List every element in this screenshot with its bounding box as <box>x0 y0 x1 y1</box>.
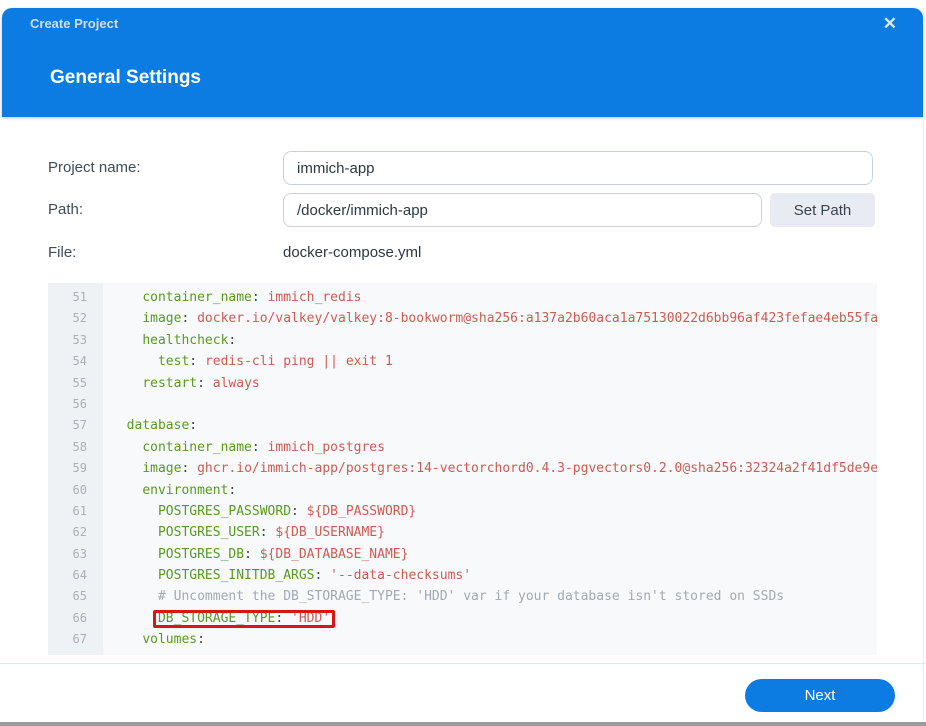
path-input[interactable] <box>283 193 762 227</box>
dialog-right-border <box>923 8 924 722</box>
code-line: 58 container_name: immich_postgres <box>48 436 877 459</box>
code-line: 54 test: redis-cli ping || exit 1 <box>48 351 877 373</box>
code-line: 59 image: ghcr.io/immich-app/postgres:14… <box>48 458 877 480</box>
code-editor[interactable]: 51 container_name: immich_redis 52 image:… <box>48 283 877 655</box>
line-number: 55 <box>48 372 103 394</box>
path-label: Path: <box>48 201 84 218</box>
line-number: 66 <box>48 607 103 630</box>
code-line-content: # Uncomment the DB_STORAGE_TYPE: 'HDD' v… <box>157 589 785 605</box>
code-line: 55 restart: always <box>48 372 877 394</box>
line-number: 63 <box>48 543 103 566</box>
code-line-content: healthcheck: <box>142 332 237 348</box>
code-line: 57 database: <box>48 415 877 437</box>
code-line-content: database: <box>126 418 198 434</box>
line-number: 57 <box>48 415 103 437</box>
code-line-content: POSTGRES_DB: ${DB_DATABASE_NAME} <box>157 546 409 562</box>
code-line: 67 volumes: <box>48 629 877 651</box>
code-line-content: test: redis-cli ping || exit 1 <box>157 354 393 370</box>
code-line-content: container_name: immich_redis <box>142 290 362 305</box>
line-number: 64 <box>48 565 103 587</box>
line-number: 51 <box>48 287 103 309</box>
code-line-content: POSTGRES_PASSWORD: ${DB_PASSWORD} <box>157 503 417 519</box>
line-number: 65 <box>48 586 103 608</box>
code-line-content: POSTGRES_INITDB_ARGS: '--data-checksums' <box>157 568 472 584</box>
code-line-content: volumes: <box>142 632 205 648</box>
code-line-content: image: docker.io/valkey/valkey:8-bookwor… <box>142 311 877 327</box>
dialog-title: Create Project <box>30 16 119 31</box>
code-line-content: DB_STORAGE_TYPE: 'HDD' <box>103 608 877 629</box>
line-number: 56 <box>48 393 103 416</box>
file-label: File: <box>48 244 77 261</box>
close-icon[interactable]: ✕ <box>883 14 897 34</box>
code-line: 56 <box>48 393 877 416</box>
code-line: 53 healthcheck: <box>48 329 877 352</box>
code-line: 62 POSTGRES_USER: ${DB_USERNAME} <box>48 522 877 544</box>
project-name-label: Project name: <box>48 159 141 176</box>
code-line-content: image: ghcr.io/immich-app/postgres:14-ve… <box>142 461 877 477</box>
file-value: docker-compose.yml <box>283 244 422 261</box>
code-line: 66 DB_STORAGE_TYPE: 'HDD' <box>48 607 877 630</box>
code-line: 65 # Uncomment the DB_STORAGE_TYPE: 'HDD… <box>48 586 877 608</box>
annotation-highlight-box: DB_STORAGE_TYPE: 'HDD' <box>157 610 331 626</box>
code-line: 64 POSTGRES_INITDB_ARGS: '--data-checksu… <box>48 565 877 587</box>
line-number: 59 <box>48 458 103 480</box>
code-line-content: POSTGRES_USER: ${DB_USERNAME} <box>157 525 385 541</box>
code-line: 61 POSTGRES_PASSWORD: ${DB_PASSWORD} <box>48 500 877 523</box>
code-line-content: restart: always <box>142 375 260 391</box>
project-name-input[interactable] <box>283 151 873 185</box>
code-line: 52 image: docker.io/valkey/valkey:8-book… <box>48 308 877 330</box>
next-button[interactable]: Next <box>745 679 895 712</box>
code-line-content: environment: <box>142 482 237 498</box>
code-line: 51 container_name: immich_redis <box>48 287 877 309</box>
line-number: 60 <box>48 479 103 501</box>
code-line-content <box>103 394 877 415</box>
line-number: 52 <box>48 308 103 330</box>
set-path-button[interactable]: Set Path <box>770 193 875 227</box>
line-number: 62 <box>48 522 103 544</box>
bottom-window-edge <box>0 722 926 726</box>
line-number: 54 <box>48 351 103 373</box>
code-line: 60 environment: <box>48 479 877 501</box>
footer-divider <box>0 663 926 664</box>
line-number: 53 <box>48 329 103 352</box>
line-number: 61 <box>48 500 103 523</box>
create-project-dialog: Create Project ✕ General Settings Projec… <box>0 0 926 726</box>
code-line: 63 POSTGRES_DB: ${DB_DATABASE_NAME} <box>48 543 877 566</box>
line-number: 67 <box>48 629 103 651</box>
code-line-content: container_name: immich_postgres <box>142 439 385 455</box>
section-title: General Settings <box>50 67 201 88</box>
line-number: 58 <box>48 436 103 459</box>
dialog-titlebar: Create Project ✕ General Settings <box>2 8 923 117</box>
